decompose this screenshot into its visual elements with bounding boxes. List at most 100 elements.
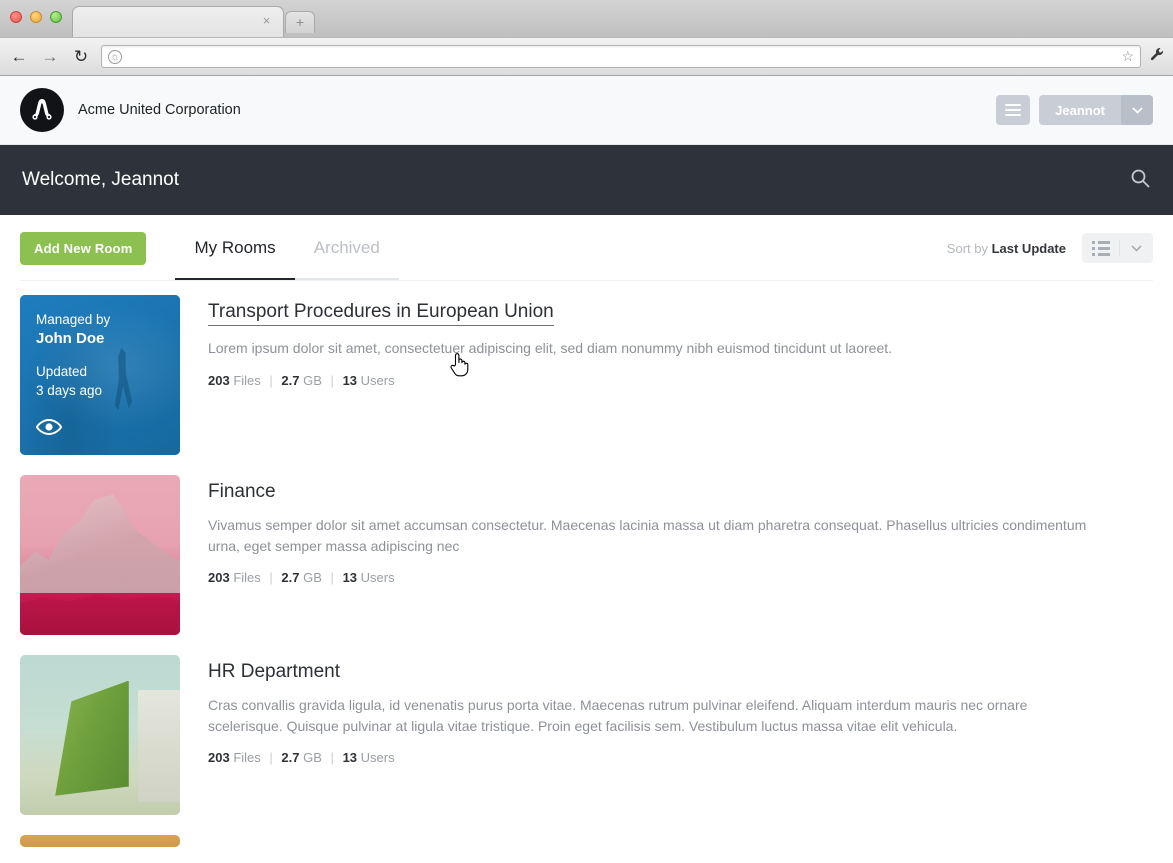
welcome-title: Welcome, Jeannot <box>22 169 180 190</box>
room-list-item[interactable]: HR Department Cras convallis gravida lig… <box>20 655 1153 815</box>
add-new-room-button[interactable]: Add New Room <box>20 231 147 265</box>
tab-my-rooms-label: My Rooms <box>194 238 276 257</box>
room-files-label: Files <box>233 750 261 766</box>
room-title[interactable]: HR Department <box>208 661 340 683</box>
brand[interactable]: Acme United Corporation <box>20 88 241 132</box>
acme-logo-icon <box>20 88 64 132</box>
wrench-icon[interactable] <box>1150 47 1165 66</box>
room-files-count: 203 <box>208 570 230 586</box>
room-info: HR Department Cras convallis gravida lig… <box>208 655 1153 815</box>
hamburger-icon[interactable] <box>996 95 1031 125</box>
room-description: Cras convallis gravida ligula, id venena… <box>208 697 1028 734</box>
room-users-count: 13 <box>342 570 358 586</box>
room-thumbnail-art <box>20 475 180 635</box>
meta-separator: | <box>269 570 273 586</box>
room-thumbnail-art <box>20 655 180 815</box>
room-files-label: Files <box>233 372 261 388</box>
list-dot <box>1091 240 1095 244</box>
meta-separator: | <box>330 570 334 586</box>
room-size-value: 2.7 <box>281 750 300 766</box>
room-thumbnail[interactable] <box>20 655 180 815</box>
user-menu-button[interactable]: Jeannot <box>1039 95 1153 125</box>
room-files-label: Files <box>233 570 261 586</box>
close-window-button[interactable] <box>10 11 22 23</box>
room-users-label: Users <box>360 372 395 388</box>
sort-by-label[interactable]: Sort by Last Update <box>947 241 1066 256</box>
tab-archived-label: Archived <box>313 238 380 257</box>
hamburger-bar <box>1005 114 1022 116</box>
managed-by-label: Managed by <box>36 312 111 327</box>
list-view-icon[interactable] <box>1082 233 1119 263</box>
room-list-item[interactable] <box>20 835 1153 847</box>
list-row <box>1091 246 1110 250</box>
wrench-glyph <box>1150 48 1164 61</box>
browser-toolbar: ← → ↻ ☼ ☆ <box>0 37 1173 75</box>
browser-tab[interactable]: × <box>72 6 284 37</box>
acme-logo-glyph <box>26 94 58 126</box>
new-tab-button[interactable]: + <box>285 11 315 33</box>
meta-separator: | <box>330 372 334 388</box>
room-description: Lorem ipsum dolor sit amet, consectetuer… <box>208 340 893 356</box>
room-size-label: GB <box>303 750 322 766</box>
room-description: Vivamus semper dolor sit amet accumsan c… <box>208 517 1087 554</box>
search-icon[interactable] <box>1129 167 1151 194</box>
room-users-label: Users <box>360 750 395 766</box>
search-glyph <box>1131 169 1150 188</box>
room-list-item[interactable]: Finance Vivamus semper dolor sit amet ac… <box>20 475 1153 635</box>
list-line <box>1097 246 1110 250</box>
list-dot <box>1091 246 1095 250</box>
toolbar-divider <box>20 280 1153 281</box>
chevron-down-glyph <box>1131 244 1142 252</box>
minimize-window-button[interactable] <box>30 11 42 23</box>
reload-button[interactable]: ↻ <box>70 46 92 68</box>
room-files-count: 203 <box>208 372 230 388</box>
room-list-item[interactable]: Managed by John Doe Updated 3 days ago T… <box>20 295 1153 455</box>
header-actions: Jeannot <box>996 95 1153 125</box>
globe-icon: ☼ <box>108 49 122 64</box>
user-menu-label: Jeannot <box>1055 102 1105 118</box>
sort-controls: Sort by Last Update <box>947 233 1153 263</box>
chevron-down-glyph <box>1131 106 1143 114</box>
rooms-toolbar: Add New Room My Rooms Archived Sort by L… <box>0 215 1173 281</box>
meta-separator: | <box>269 750 273 766</box>
room-users-label: Users <box>360 570 395 586</box>
list-dot <box>1091 252 1095 256</box>
sort-by-prefix: Sort by <box>946 240 992 256</box>
room-list: Managed by John Doe Updated 3 days ago T… <box>0 281 1173 847</box>
room-size-label: GB <box>303 570 322 586</box>
forward-button[interactable]: → <box>39 46 61 68</box>
chevron-down-icon[interactable] <box>1120 233 1153 263</box>
room-thumbnail[interactable] <box>20 475 180 635</box>
back-button[interactable]: ← <box>8 46 30 68</box>
window-controls <box>10 11 62 23</box>
room-thumbnail[interactable] <box>20 835 180 847</box>
room-size-value: 2.7 <box>281 570 300 586</box>
room-size-label: GB <box>303 372 322 388</box>
eye-icon[interactable] <box>35 418 63 440</box>
list-row <box>1091 240 1110 244</box>
maximize-window-button[interactable] <box>50 11 62 23</box>
list-row <box>1091 252 1110 256</box>
meta-separator: | <box>269 372 273 388</box>
room-title[interactable]: Transport Procedures in European Union <box>208 301 554 326</box>
room-size-value: 2.7 <box>281 372 300 388</box>
updated-value: 3 days ago <box>36 382 103 398</box>
browser-tabstrip: × + <box>0 0 1173 37</box>
chevron-down-icon[interactable] <box>1121 95 1153 125</box>
bookmark-star-icon[interactable]: ☆ <box>1121 48 1134 65</box>
room-meta: 203 Files | 2.7 GB | 13 Users <box>208 750 1153 765</box>
room-thumbnail-art <box>20 835 180 847</box>
tab-archived[interactable]: Archived <box>294 215 399 281</box>
tab-close-icon[interactable]: × <box>260 14 273 27</box>
app-header: Acme United Corporation Jeannot <box>0 76 1173 145</box>
list-line <box>1097 240 1110 244</box>
room-meta: 203 Files | 2.7 GB | 13 Users <box>208 570 1153 585</box>
room-thumbnail[interactable]: Managed by John Doe Updated 3 days ago <box>20 295 180 455</box>
address-bar[interactable]: ☼ ☆ <box>101 45 1141 68</box>
room-title[interactable]: Finance <box>208 481 276 503</box>
tab-my-rooms[interactable]: My Rooms <box>175 215 295 281</box>
overlay-spacer <box>36 349 164 363</box>
browser-chrome: × + ← → ↻ ☼ ☆ <box>0 0 1173 76</box>
view-toggle[interactable] <box>1082 233 1153 263</box>
list-line <box>1097 252 1110 256</box>
